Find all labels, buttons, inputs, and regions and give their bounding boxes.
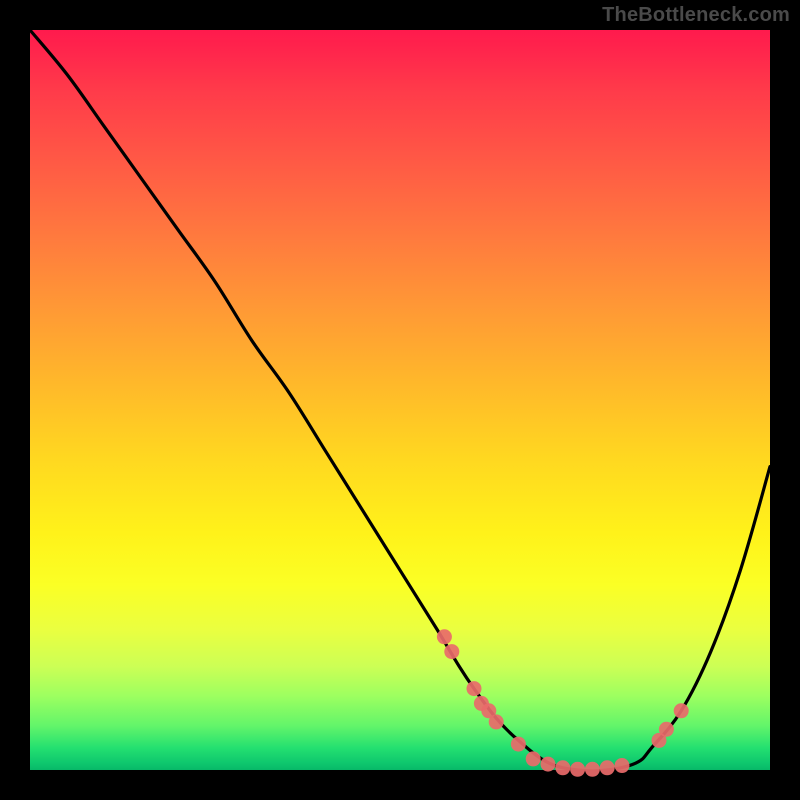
plot-area: [30, 30, 770, 770]
marker-dot: [659, 722, 674, 737]
marker-dot: [444, 644, 459, 659]
marker-dot: [526, 751, 541, 766]
marker-dot: [570, 762, 585, 777]
marker-dot: [467, 681, 482, 696]
marker-dot: [600, 760, 615, 775]
curve-svg: [30, 30, 770, 770]
marker-dot: [489, 714, 504, 729]
marker-dot: [437, 629, 452, 644]
marker-dot: [674, 703, 689, 718]
curve-markers: [437, 629, 689, 776]
watermark-text: TheBottleneck.com: [602, 4, 790, 27]
chart-frame: TheBottleneck.com: [0, 0, 800, 800]
marker-dot: [585, 762, 600, 777]
marker-dot: [511, 737, 526, 752]
marker-dot: [555, 760, 570, 775]
marker-dot: [541, 757, 556, 772]
bottleneck-curve: [30, 30, 770, 771]
marker-dot: [615, 758, 630, 773]
